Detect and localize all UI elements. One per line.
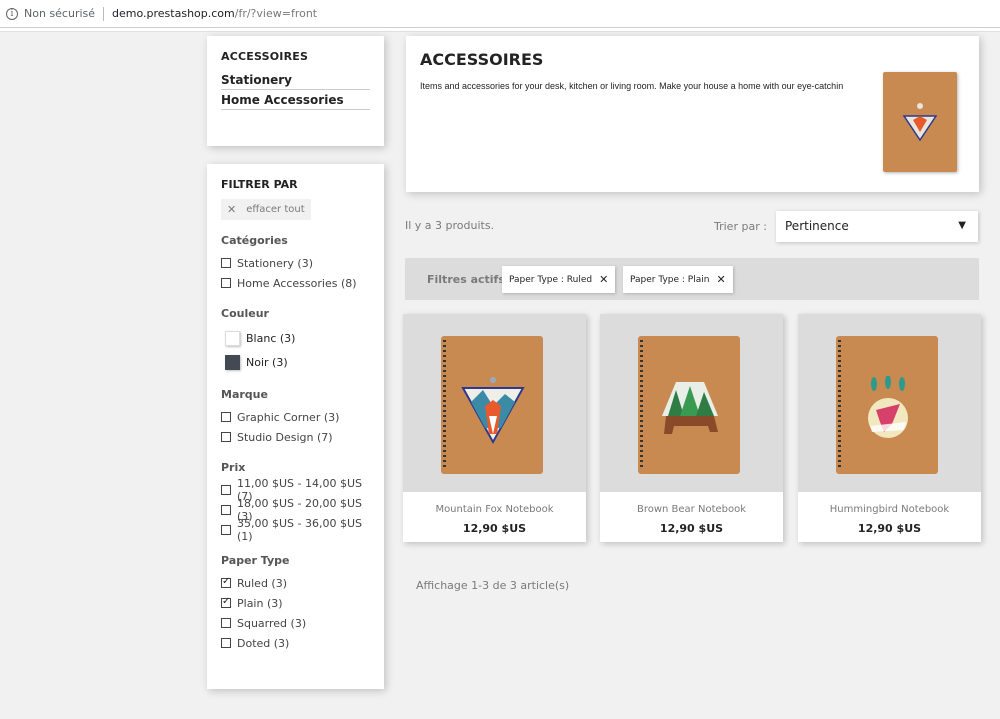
product-card[interactable]: Mountain Fox Notebook 12,90 $US xyxy=(403,314,586,542)
checkbox[interactable] xyxy=(221,258,231,268)
toolbar-strip xyxy=(0,28,1000,32)
caret-down-icon: ▼ xyxy=(958,220,966,231)
page-title: ACCESSOIRES xyxy=(420,50,544,69)
spiral-binding xyxy=(640,340,643,470)
facet-title-brand: Marque xyxy=(221,388,268,401)
facet-option[interactable]: Plain (3) xyxy=(221,593,370,613)
checkbox[interactable] xyxy=(221,432,231,442)
product-card[interactable]: Hummingbird Notebook 12,90 $US xyxy=(798,314,981,542)
fox-triangle-icon xyxy=(902,103,938,142)
brown-bear-icon xyxy=(662,382,718,434)
category-nav-title[interactable]: ACCESSOIRES xyxy=(221,50,370,63)
facet-option-label: Plain (3) xyxy=(237,596,283,610)
facet-title-color: Couleur xyxy=(221,307,269,320)
product-price: 12,90 $US xyxy=(857,522,922,535)
facet-option-label: 35,00 $US - 36,00 $US (1) xyxy=(237,517,363,543)
checkbox[interactable] xyxy=(221,485,231,495)
clear-all-label: effacer tout xyxy=(246,204,305,215)
address-separator xyxy=(103,6,105,21)
checkbox[interactable] xyxy=(221,412,231,422)
product-image[interactable] xyxy=(798,314,981,492)
product-card[interactable]: Brown Bear Notebook 12,90 $US xyxy=(600,314,783,542)
security-label: Non sécurisé xyxy=(24,7,96,20)
facet-option-label: Studio Design (7) xyxy=(237,430,333,444)
facet-option-label: Noir (3) xyxy=(246,355,288,369)
spiral-binding xyxy=(443,340,446,470)
facet-option-label: Graphic Corner (3) xyxy=(237,410,340,424)
spiral-binding xyxy=(838,340,841,470)
category-cover-image xyxy=(883,72,957,172)
product-name[interactable]: Hummingbird Notebook xyxy=(798,504,981,515)
facet-title-paper-type: Paper Type xyxy=(221,554,290,567)
product-image[interactable] xyxy=(403,314,586,492)
facet-option-label: Blanc (3) xyxy=(246,331,296,345)
category-header: ACCESSOIRES Items and accessories for yo… xyxy=(406,36,979,192)
info-icon[interactable]: i xyxy=(6,7,18,20)
facet-option-label: Home Accessories (8) xyxy=(237,276,357,290)
hummingbird-icon xyxy=(868,376,908,438)
color-option[interactable]: Noir (3) xyxy=(221,350,370,374)
facet-option[interactable]: Graphic Corner (3) xyxy=(221,407,370,427)
close-icon[interactable]: ✕ xyxy=(716,273,725,286)
browser-address-bar[interactable]: i Non sécurisé demo.prestashop.com/fr/?v… xyxy=(0,0,1000,28)
sort-dropdown[interactable]: Pertinence ▼ xyxy=(776,211,978,242)
checkbox[interactable] xyxy=(221,278,231,288)
facet-option-label: Stationery (3) xyxy=(237,256,313,270)
mountain-fox-icon xyxy=(461,377,525,445)
product-price: 12,90 $US xyxy=(462,522,527,535)
filters-title: FILTRER PAR xyxy=(221,178,298,191)
category-description: Items and accessories for your desk, kit… xyxy=(420,81,844,91)
checkbox-checked[interactable] xyxy=(221,596,231,608)
active-filters-title: Filtres actifs xyxy=(427,273,505,286)
facet-option[interactable]: Studio Design (7) xyxy=(221,427,370,447)
clear-all-button[interactable]: ✕ effacer tout xyxy=(221,199,311,220)
notebook-image xyxy=(836,336,938,474)
active-filters-bar: Filtres actifs Paper Type : Ruled ✕ Paper… xyxy=(405,258,979,300)
checkbox[interactable] xyxy=(221,525,231,535)
sort-value: Pertinence xyxy=(785,219,849,233)
close-icon: ✕ xyxy=(227,203,237,216)
category-nav: ACCESSOIRES Stationery Home Accessories xyxy=(207,36,384,146)
pagination-summary: Affichage 1-3 de 3 article(s) xyxy=(416,579,570,592)
checkbox[interactable] xyxy=(221,618,231,628)
active-filter-chip[interactable]: Paper Type : Plain ✕ xyxy=(623,266,733,293)
product-name[interactable]: Mountain Fox Notebook xyxy=(403,504,586,515)
facet-option[interactable]: Home Accessories (8) xyxy=(221,273,370,293)
facet-filters: FILTRER PAR ✕ effacer tout Catégories St… xyxy=(207,164,384,689)
product-price: 12,90 $US xyxy=(659,522,724,535)
color-option[interactable]: Blanc (3) xyxy=(221,326,370,350)
sort-label: Trier par : xyxy=(714,220,767,233)
notebook-image xyxy=(638,336,740,474)
facet-option-label: Squarred (3) xyxy=(237,616,307,630)
category-link-home-accessories[interactable]: Home Accessories xyxy=(221,93,370,110)
facet-option[interactable]: Ruled (3) xyxy=(221,573,370,593)
color-swatch-black[interactable] xyxy=(225,354,240,370)
facet-option[interactable]: Squarred (3) xyxy=(221,613,370,633)
active-filter-chip[interactable]: Paper Type : Ruled ✕ xyxy=(502,266,616,293)
notebook-image xyxy=(441,336,543,474)
facet-option-label: Ruled (3) xyxy=(237,576,288,590)
color-swatch-white[interactable] xyxy=(225,330,240,346)
close-icon[interactable]: ✕ xyxy=(599,273,608,286)
facet-option-label: Doted (3) xyxy=(237,636,290,650)
facet-title-categories: Catégories xyxy=(221,234,288,247)
product-count: Il y a 3 produits. xyxy=(405,219,495,232)
active-filter-label: Paper Type : Ruled xyxy=(509,274,593,285)
facet-option[interactable]: Stationery (3) xyxy=(221,253,370,273)
category-link-stationery[interactable]: Stationery xyxy=(221,73,370,90)
facet-option[interactable]: 35,00 $US - 36,00 $US (1) xyxy=(221,517,370,543)
active-filter-label: Paper Type : Plain xyxy=(630,274,710,285)
facet-option[interactable]: Doted (3) xyxy=(221,633,370,653)
url-path[interactable]: /fr/?view=front xyxy=(235,7,317,20)
url-host[interactable]: demo.prestashop.com xyxy=(112,7,235,20)
product-name[interactable]: Brown Bear Notebook xyxy=(600,504,783,515)
checkbox[interactable] xyxy=(221,505,231,515)
checkbox-checked[interactable] xyxy=(221,576,231,588)
product-image[interactable] xyxy=(600,314,783,492)
facet-title-price: Prix xyxy=(221,461,246,474)
checkbox[interactable] xyxy=(221,638,231,648)
